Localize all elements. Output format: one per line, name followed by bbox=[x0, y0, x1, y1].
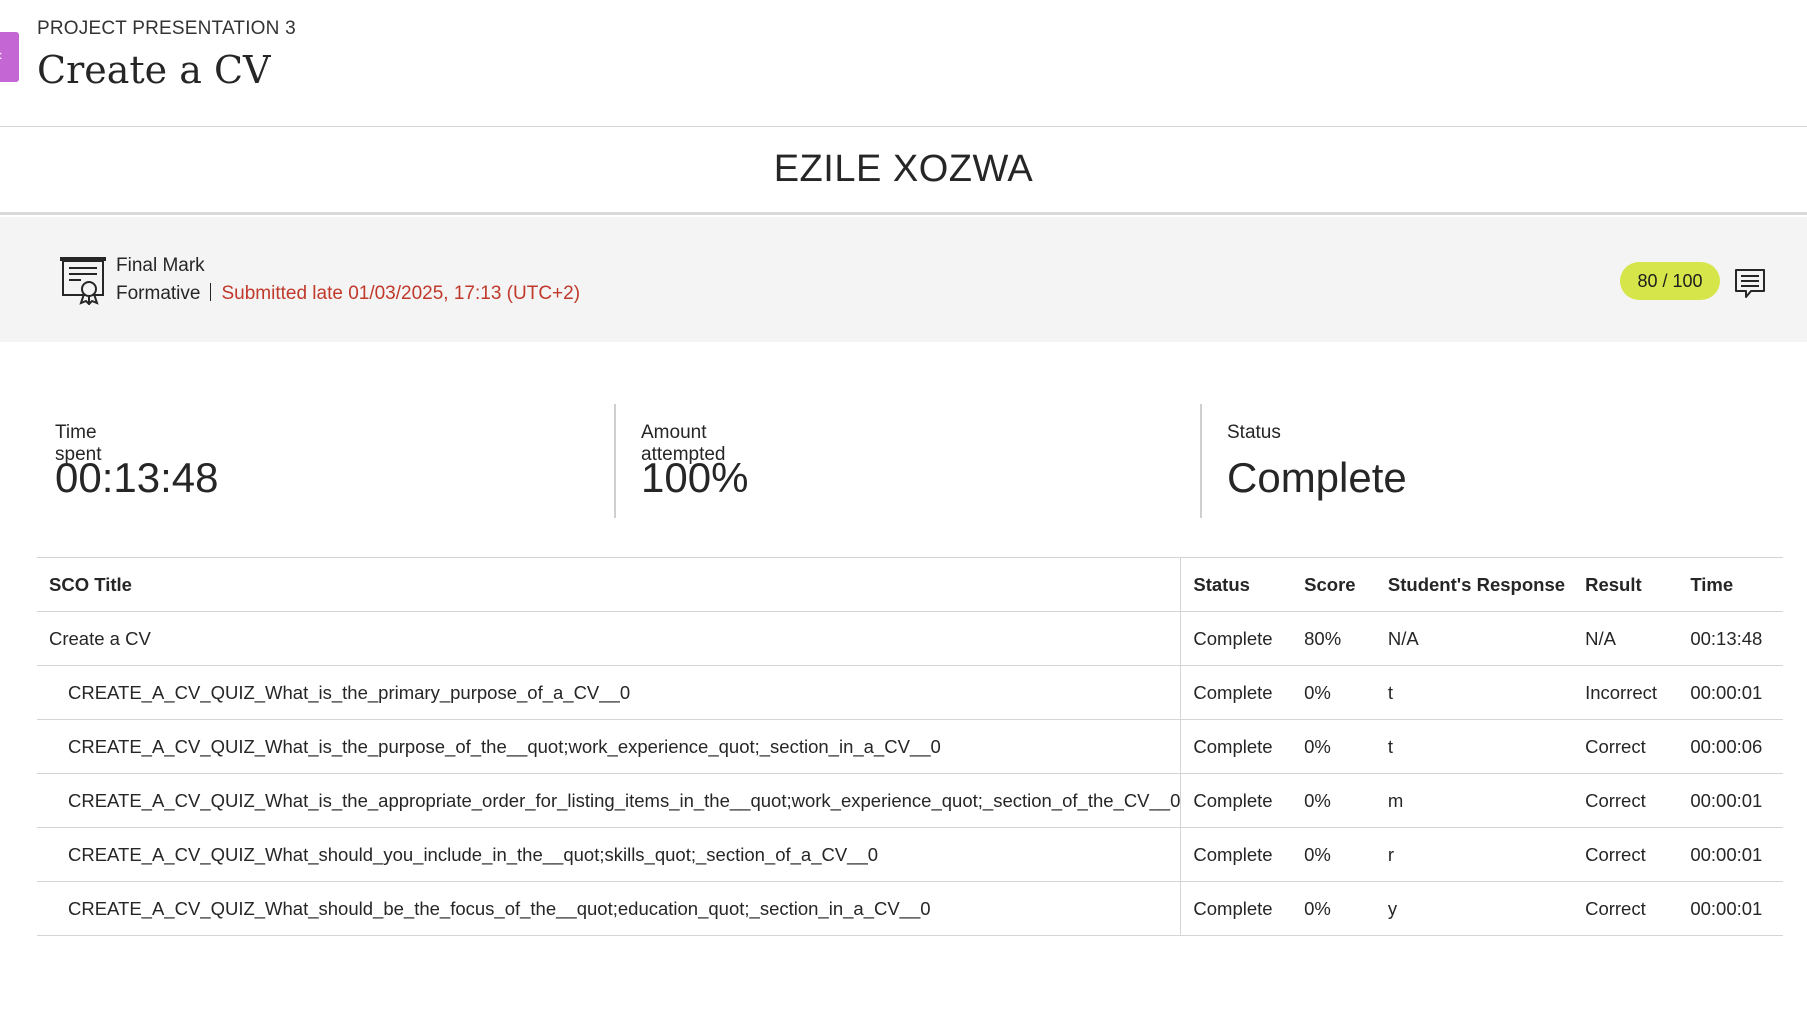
chevron-left-icon: ‹ bbox=[0, 46, 2, 66]
score-cell: 0% bbox=[1292, 827, 1376, 882]
grade-meta: Formative Submitted late 01/03/2025, 17:1… bbox=[116, 283, 580, 305]
header-divider bbox=[0, 126, 1807, 127]
page-overline: PROJECT PRESENTATION 3 bbox=[37, 18, 296, 39]
certificate-icon bbox=[60, 257, 106, 305]
score-cell: 0% bbox=[1292, 665, 1376, 720]
result-cell: N/A bbox=[1573, 611, 1679, 666]
table-header-row: SCO Title Status Score Student's Respons… bbox=[37, 557, 1783, 612]
stat-value: Complete bbox=[1227, 454, 1407, 501]
result-cell: Correct bbox=[1573, 773, 1679, 828]
feedback-icon[interactable] bbox=[1734, 267, 1766, 299]
result-cell: Correct bbox=[1573, 881, 1679, 936]
grade-type: Formative bbox=[116, 283, 201, 304]
response-cell: y bbox=[1375, 881, 1574, 936]
table-row: CREATE_A_CV_QUIZ_What_should_you_include… bbox=[37, 827, 1783, 882]
response-cell: r bbox=[1375, 827, 1574, 882]
response-cell: t bbox=[1375, 719, 1574, 774]
status-cell: Complete bbox=[1180, 773, 1293, 828]
time-cell: 00:00:01 bbox=[1678, 665, 1783, 720]
meta-separator bbox=[210, 283, 212, 301]
student-divider bbox=[0, 212, 1807, 215]
column-header-status[interactable]: Status bbox=[1180, 557, 1293, 612]
response-cell: N/A bbox=[1375, 611, 1574, 666]
column-header-time[interactable]: Time bbox=[1678, 557, 1783, 612]
status-cell: Complete bbox=[1180, 827, 1293, 882]
table-row: CREATE_A_CV_QUIZ_What_is_the_primary_pur… bbox=[37, 665, 1783, 720]
response-cell: m bbox=[1375, 773, 1574, 828]
time-cell: 00:00:01 bbox=[1678, 773, 1783, 828]
score-cell: 0% bbox=[1292, 719, 1376, 774]
sco-title-cell: Create a CV bbox=[37, 611, 1182, 666]
page-header: PROJECT PRESENTATION 3 Create a CV bbox=[37, 18, 296, 92]
table-row: Create a CV Complete 80% N/A N/A 00:13:4… bbox=[37, 611, 1783, 666]
table-row: CREATE_A_CV_QUIZ_What_should_be_the_focu… bbox=[37, 881, 1783, 936]
column-header-result[interactable]: Result bbox=[1573, 557, 1679, 612]
result-cell: Incorrect bbox=[1573, 665, 1679, 720]
status-cell: Complete bbox=[1180, 881, 1293, 936]
panel-collapse-tab[interactable]: ‹ bbox=[0, 32, 19, 82]
submission-status: Submitted late 01/03/2025, 17:13 (UTC+2) bbox=[221, 283, 581, 304]
status-cell: Complete bbox=[1180, 719, 1293, 774]
result-cell: Correct bbox=[1573, 827, 1679, 882]
table-row: CREATE_A_CV_QUIZ_What_is_the_appropriate… bbox=[37, 773, 1783, 828]
time-cell: 00:00:01 bbox=[1678, 827, 1783, 882]
score-cell: 80% bbox=[1292, 611, 1376, 666]
sco-title-cell: CREATE_A_CV_QUIZ_What_is_the_purpose_of_… bbox=[37, 719, 1182, 774]
table-row: CREATE_A_CV_QUIZ_What_is_the_purpose_of_… bbox=[37, 719, 1783, 774]
sco-table: SCO Title Status Score Student's Respons… bbox=[37, 557, 1783, 936]
time-cell: 00:13:48 bbox=[1678, 611, 1783, 666]
sco-title-cell: CREATE_A_CV_QUIZ_What_should_you_include… bbox=[37, 827, 1182, 882]
sco-title-cell: CREATE_A_CV_QUIZ_What_is_the_primary_pur… bbox=[37, 665, 1182, 720]
stat-value: 00:13:48 bbox=[55, 454, 219, 501]
stat-divider bbox=[614, 404, 616, 518]
column-header-score[interactable]: Score bbox=[1292, 557, 1376, 612]
time-cell: 00:00:01 bbox=[1678, 881, 1783, 936]
sco-title-cell: CREATE_A_CV_QUIZ_What_is_the_appropriate… bbox=[37, 773, 1182, 828]
result-cell: Correct bbox=[1573, 719, 1679, 774]
sco-title-cell: CREATE_A_CV_QUIZ_What_should_be_the_focu… bbox=[37, 881, 1182, 936]
page-title: Create a CV bbox=[37, 48, 271, 92]
score-pill[interactable]: 80 / 100 bbox=[1620, 262, 1720, 300]
response-cell: t bbox=[1375, 665, 1574, 720]
stat-value: 100% bbox=[641, 454, 749, 501]
attempt-stats: Time spent 00:13:48 Amount attempted 100… bbox=[37, 404, 1783, 518]
grade-title: Final Mark bbox=[116, 255, 205, 276]
time-cell: 00:00:06 bbox=[1678, 719, 1783, 774]
score-cell: 0% bbox=[1292, 773, 1376, 828]
column-header-sco-title[interactable]: SCO Title bbox=[37, 557, 1182, 612]
grade-summary: Final Mark Formative Submitted late 01/03… bbox=[0, 217, 1807, 342]
stat-divider bbox=[1200, 404, 1202, 518]
column-header-response[interactable]: Student's Response bbox=[1375, 557, 1574, 612]
status-cell: Complete bbox=[1180, 611, 1293, 666]
score-cell: 0% bbox=[1292, 881, 1376, 936]
student-name: EZILE XOZWA bbox=[773, 148, 1034, 190]
stat-label: Status bbox=[1227, 422, 1281, 443]
status-cell: Complete bbox=[1180, 665, 1293, 720]
